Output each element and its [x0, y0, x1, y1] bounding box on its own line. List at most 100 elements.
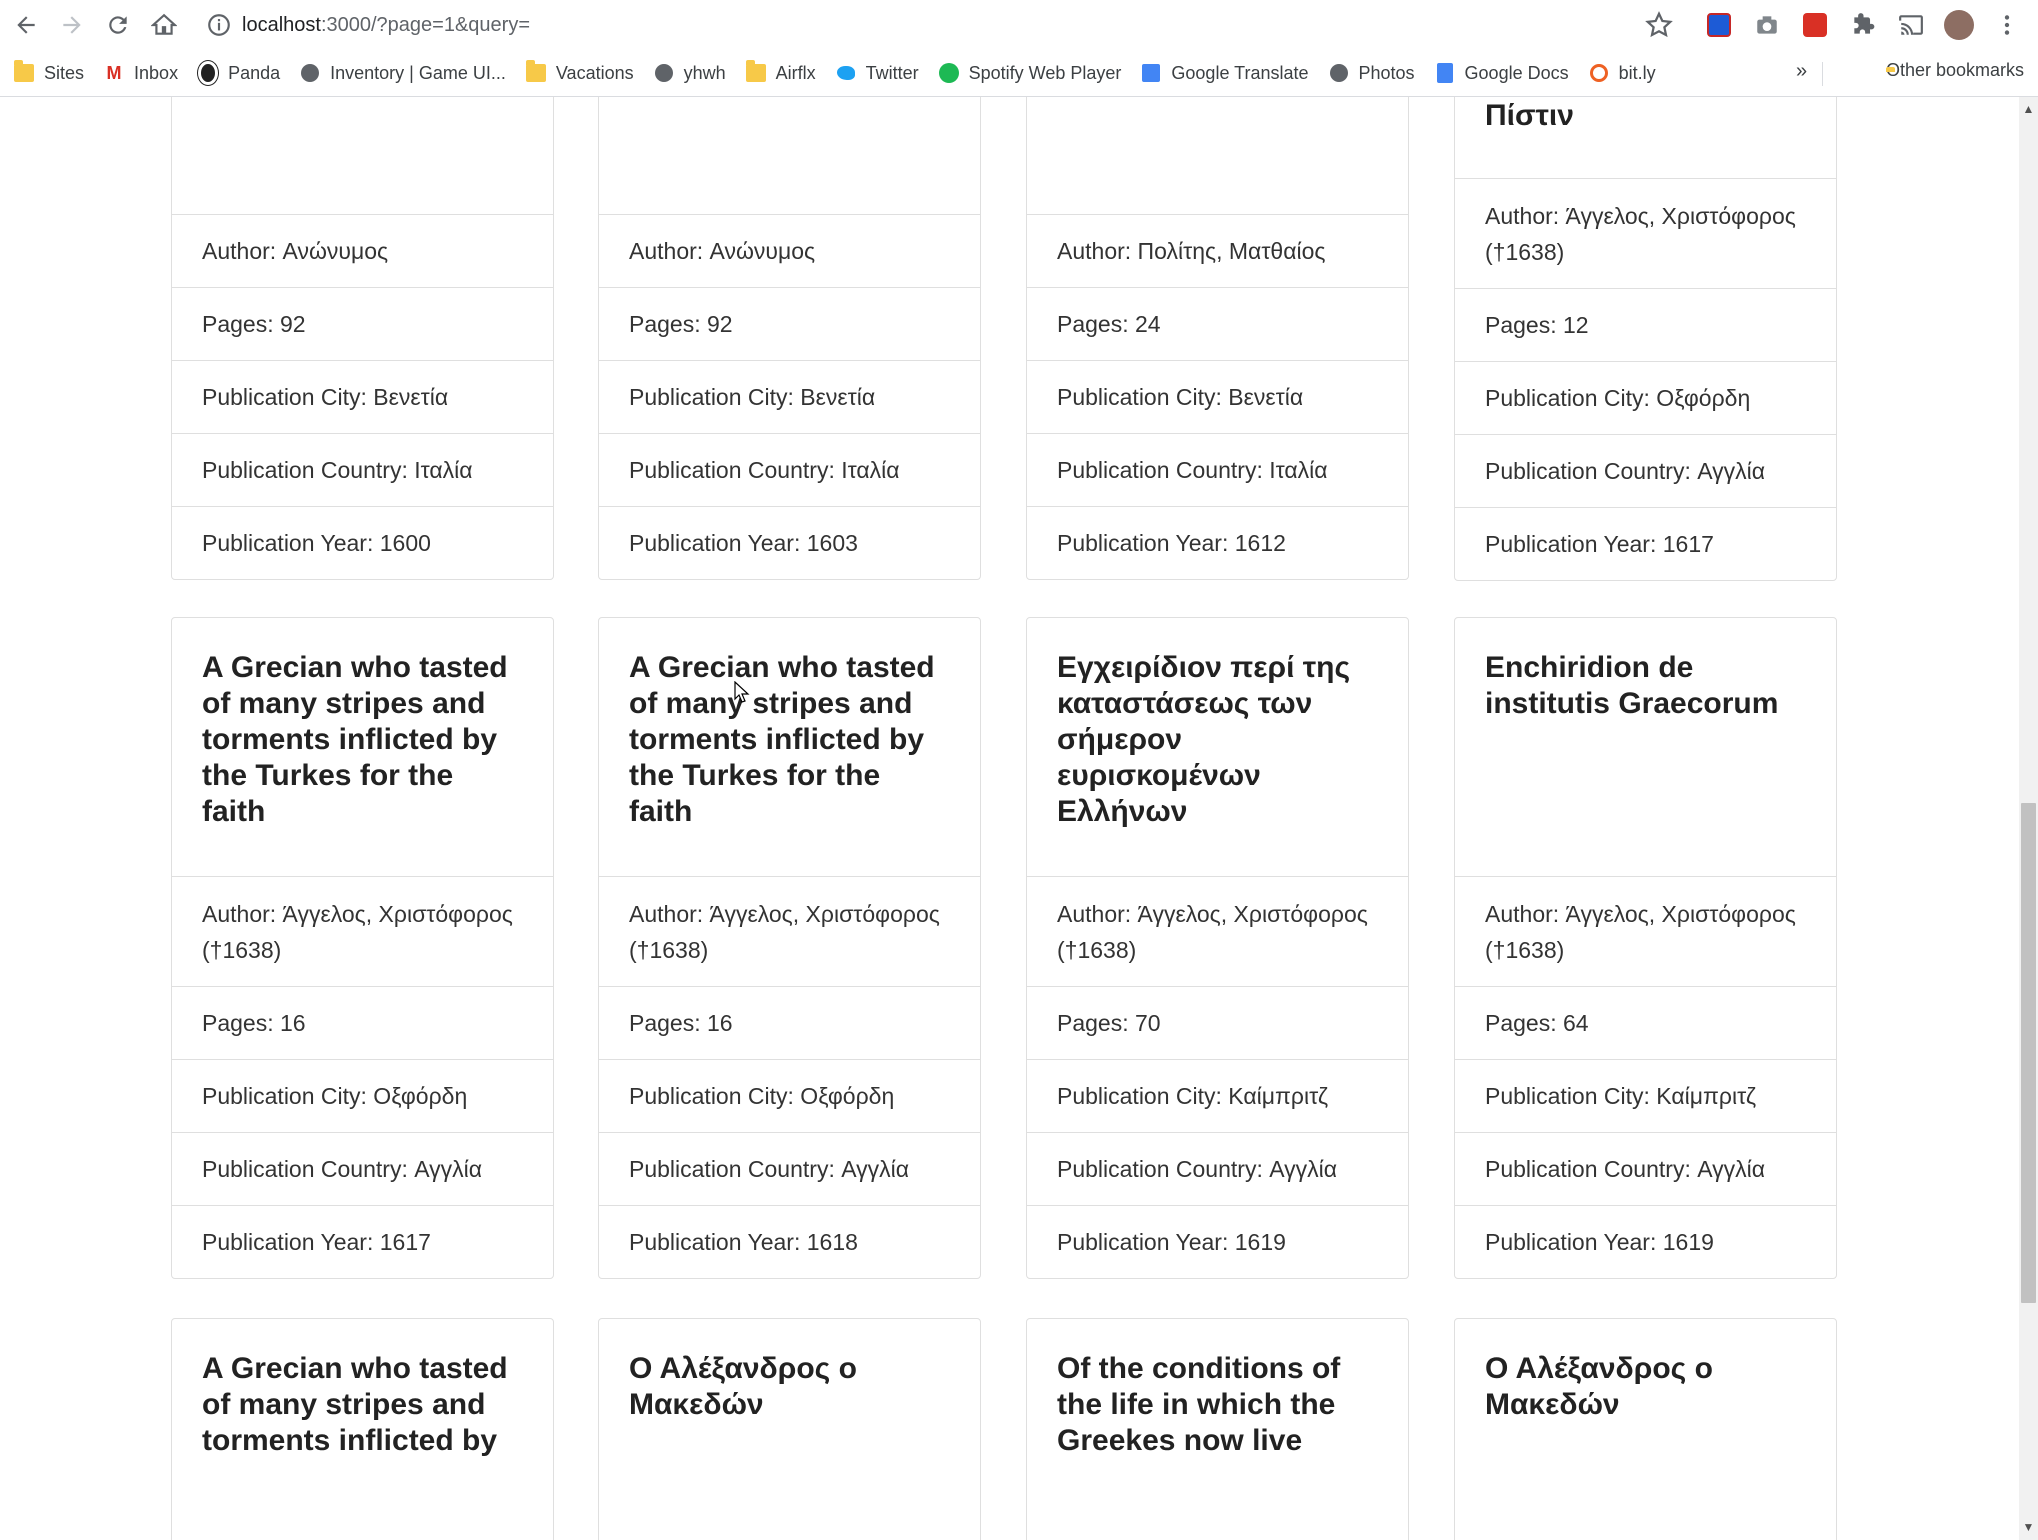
bookmark-star-icon[interactable]	[1644, 10, 1674, 40]
book-title: Enchiridion de institutis Graecorum	[1485, 651, 1779, 720]
book-pages: Pages: 92	[172, 287, 553, 360]
bookmark-item[interactable]: Google Translate	[1141, 63, 1309, 84]
camera-icon[interactable]	[1752, 10, 1782, 40]
extensions-puzzle-icon[interactable]	[1848, 10, 1878, 40]
bookmark-item[interactable]: Twitter	[836, 63, 919, 84]
bookmarks-overflow-button[interactable]: »	[1796, 60, 1807, 83]
bookmark-item[interactable]: bit.ly	[1589, 63, 1656, 84]
book-card[interactable]: Enchiridion de institutis Graecorum Autho…	[1454, 617, 1837, 1279]
book-year: Publication Year: 1618	[599, 1205, 980, 1278]
bookmark-item[interactable]: yhwh	[654, 63, 726, 84]
book-card[interactable]: A Grecian who tasted of many stripes and…	[171, 1318, 554, 1540]
vertical-scrollbar[interactable]: ▲ ▼	[2019, 97, 2038, 1540]
bookmark-label: Spotify Web Player	[968, 62, 1122, 83]
book-year: Publication Year: 1617	[172, 1205, 553, 1278]
book-country: Publication Country: Αγγλία	[1455, 1132, 1836, 1205]
book-card[interactable]: A Grecian who tasted of many stripes and…	[171, 617, 554, 1279]
bookmark-label: Airflx	[775, 62, 816, 83]
cast-icon[interactable]	[1896, 10, 1926, 40]
bookmark-item[interactable]: Vacations	[525, 60, 634, 84]
page-viewport: Author: Ανώνυμος Pages: 92 Publication Cit…	[0, 97, 2019, 1540]
book-card[interactable]: Of the conditions of the life in which t…	[1026, 1318, 1409, 1540]
globe-icon	[300, 63, 320, 83]
book-country: Publication Country: Ιταλία	[1027, 433, 1408, 506]
book-country: Publication Country: Αγγλία	[1455, 434, 1836, 507]
gmail-icon: M	[106, 62, 122, 83]
bookmark-label: Panda	[228, 62, 281, 83]
book-year: Publication Year: 1603	[599, 506, 980, 579]
bookmark-label: Inventory | Game UI...	[330, 62, 506, 83]
browser-toolbar: localhost:3000/?page=1&query=	[0, 0, 2038, 50]
book-city: Publication City: Καίμπριτζ	[1027, 1059, 1408, 1132]
book-pages: Pages: 16	[172, 986, 553, 1059]
book-author: Author: Ανώνυμος	[172, 214, 553, 287]
book-city: Publication City: Βενετία	[1027, 360, 1408, 433]
book-author: Author: Άγγελος, Χριστόφορος (†1638)	[599, 876, 980, 986]
forward-arrow-icon	[63, 16, 81, 34]
book-city: Publication City: Οξφόρδη	[172, 1059, 553, 1132]
book-title: Ο Αλέξανδρος ο Μακεδών	[1485, 1352, 1713, 1421]
book-card[interactable]: Author: Πολίτης, Ματθαίος Pages: 24 Public…	[1026, 97, 1409, 580]
back-arrow-icon	[17, 16, 35, 34]
bookmark-label: Twitter	[865, 62, 919, 83]
bookmarks-bar: Sites M Inbox Panda Inventory | Game UI... Va…	[0, 50, 2038, 97]
book-card[interactable]: Author: Ανώνυμος Pages: 92 Publication Cit…	[598, 97, 981, 580]
folder-icon	[525, 60, 546, 83]
book-title	[172, 97, 553, 214]
bookmark-label: Photos	[1358, 62, 1415, 83]
bookmark-label: Vacations	[555, 62, 634, 83]
bookmark-item[interactable]: Photos	[1329, 63, 1415, 84]
book-card[interactable]: Ο Αλέξανδρος ο Μακεδών	[1454, 1318, 1837, 1540]
bookmark-item[interactable]: Airflx	[745, 60, 816, 84]
reload-button[interactable]	[98, 5, 138, 45]
book-card[interactable]: Author: Ανώνυμος Pages: 92 Publication Cit…	[171, 97, 554, 580]
book-title	[599, 97, 980, 214]
bookmark-item[interactable]: Inventory | Game UI...	[300, 63, 506, 84]
back-button[interactable]	[6, 5, 46, 45]
bookmark-item[interactable]: Google Docs	[1435, 63, 1569, 84]
bookmark-item[interactable]: Sites	[14, 60, 85, 84]
book-pages: Pages: 16	[599, 986, 980, 1059]
other-bookmarks-label: Other bookmarks	[1885, 60, 2024, 80]
bookmark-item[interactable]: Panda	[198, 61, 281, 85]
scrollbar-thumb[interactable]	[2021, 803, 2036, 1303]
forward-button[interactable]	[52, 5, 92, 45]
book-country: Publication Country: Ιταλία	[599, 433, 980, 506]
home-button[interactable]	[144, 5, 184, 45]
extension-trello-icon[interactable]	[1704, 10, 1734, 40]
profile-avatar[interactable]	[1944, 10, 1974, 40]
book-title: A Grecian who tasted of many stripes and…	[202, 1352, 508, 1457]
translate-icon	[1141, 63, 1161, 83]
book-card[interactable]: παρά των Τούρκων διά την εις Χριστόν Πίσ…	[1454, 97, 1837, 581]
folder-icon	[14, 60, 34, 83]
bookmark-label: bit.ly	[1618, 62, 1656, 83]
book-city: Publication City: Καίμπριτζ	[1455, 1059, 1836, 1132]
menu-dots-icon[interactable]	[1992, 10, 2022, 40]
book-title: παρά των Τούρκων διά την εις Χριστόν Πίσ…	[1485, 99, 1574, 132]
book-year: Publication Year: 1617	[1455, 507, 1836, 580]
scroll-down-arrow-icon[interactable]: ▼	[2022, 1521, 2035, 1534]
address-bar[interactable]: localhost:3000/?page=1&query=	[206, 6, 1672, 44]
book-pages: Pages: 24	[1027, 287, 1408, 360]
mouse-cursor-icon	[734, 681, 750, 703]
info-icon[interactable]	[206, 12, 232, 38]
bookmark-item[interactable]: M Inbox	[104, 62, 179, 84]
bitly-icon	[1589, 63, 1609, 83]
book-card[interactable]: A Grecian who tasted of many stripes and…	[598, 617, 981, 1279]
extension-red-icon[interactable]	[1800, 10, 1830, 40]
bookmarks-separator	[1822, 62, 1823, 86]
book-year: Publication Year: 1619	[1027, 1205, 1408, 1278]
scroll-up-arrow-icon[interactable]: ▲	[2022, 103, 2035, 116]
book-author: Author: Άγγελος, Χριστόφορος (†1638)	[1455, 178, 1836, 288]
book-card[interactable]: Ο Αλέξανδρος ο Μακεδών	[598, 1318, 981, 1540]
book-title: Εγχειρίδιον περί της καταστάσεως των σήμ…	[1057, 651, 1351, 828]
url-text: localhost:3000/?page=1&query=	[242, 14, 530, 37]
bookmark-item[interactable]: Spotify Web Player	[938, 62, 1122, 84]
other-bookmarks-folder[interactable]: Other bookmarks	[1886, 60, 2024, 81]
book-year: Publication Year: 1619	[1455, 1205, 1836, 1278]
book-author: Author: Άγγελος, Χριστόφορος (†1638)	[1455, 876, 1836, 986]
bookmark-label: Sites	[44, 62, 85, 83]
book-card[interactable]: Εγχειρίδιον περί της καταστάσεως των σήμ…	[1026, 617, 1409, 1279]
book-author: Author: Πολίτης, Ματθαίος	[1027, 214, 1408, 287]
globe-icon	[1329, 63, 1349, 83]
